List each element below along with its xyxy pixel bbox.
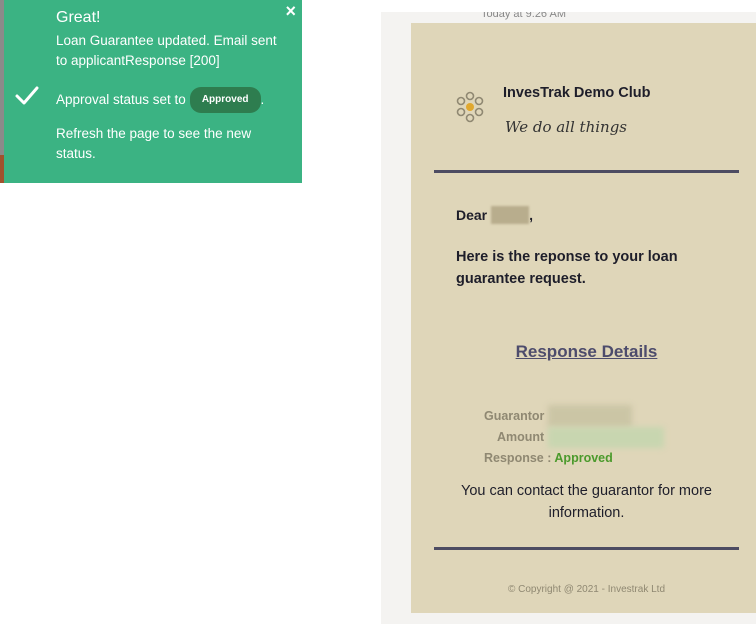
- close-icon[interactable]: ×: [285, 2, 296, 20]
- toast-title: Great!: [56, 9, 101, 26]
- response-label: Response :: [484, 451, 552, 465]
- status-suffix: .: [260, 92, 265, 107]
- status-badge: Approved: [189, 87, 261, 113]
- redacted-guarantor: [548, 405, 632, 427]
- refresh-message: Refresh the page to see the new status.: [56, 126, 252, 161]
- email-date: Today at 9:26 AM: [481, 12, 566, 20]
- checkmark-icon: [15, 86, 39, 105]
- copyright: © Copyright @ 2021 - Investrak Ltd: [507, 584, 666, 595]
- contact-text: You can contact the guarantor for more i…: [461, 483, 712, 521]
- amount-label: Amount: [497, 430, 545, 444]
- header-divider: [434, 170, 739, 173]
- response-row: Response : Approved: [484, 451, 613, 465]
- greeting-text: Dear: [456, 207, 488, 223]
- status-prefix: Approval status set to: [56, 92, 186, 107]
- redacted-amount: [548, 427, 664, 448]
- intro-text: Here is the reponse to your loan guarant…: [456, 249, 678, 287]
- success-toast: × Great! Loan Guarantee updated. Email s…: [4, 0, 302, 183]
- toast-status-line: Approval status set to Approved .: [56, 87, 288, 113]
- redacted-name: [491, 206, 530, 224]
- club-logo-icon: [456, 91, 484, 123]
- guarantor-label: Guarantor: [484, 409, 545, 423]
- greeting-suffix: ,: [529, 207, 534, 223]
- footer-divider: [434, 547, 739, 550]
- response-details-link[interactable]: Response Details: [434, 342, 739, 362]
- response-value: Approved: [554, 451, 613, 465]
- greeting: Dear ,: [456, 206, 533, 224]
- club-tagline: We do all things: [505, 118, 627, 136]
- toast-message: Loan Guarantee updated. Email sent to ap…: [56, 33, 277, 68]
- club-name: InvesTrak Demo Club: [503, 85, 651, 101]
